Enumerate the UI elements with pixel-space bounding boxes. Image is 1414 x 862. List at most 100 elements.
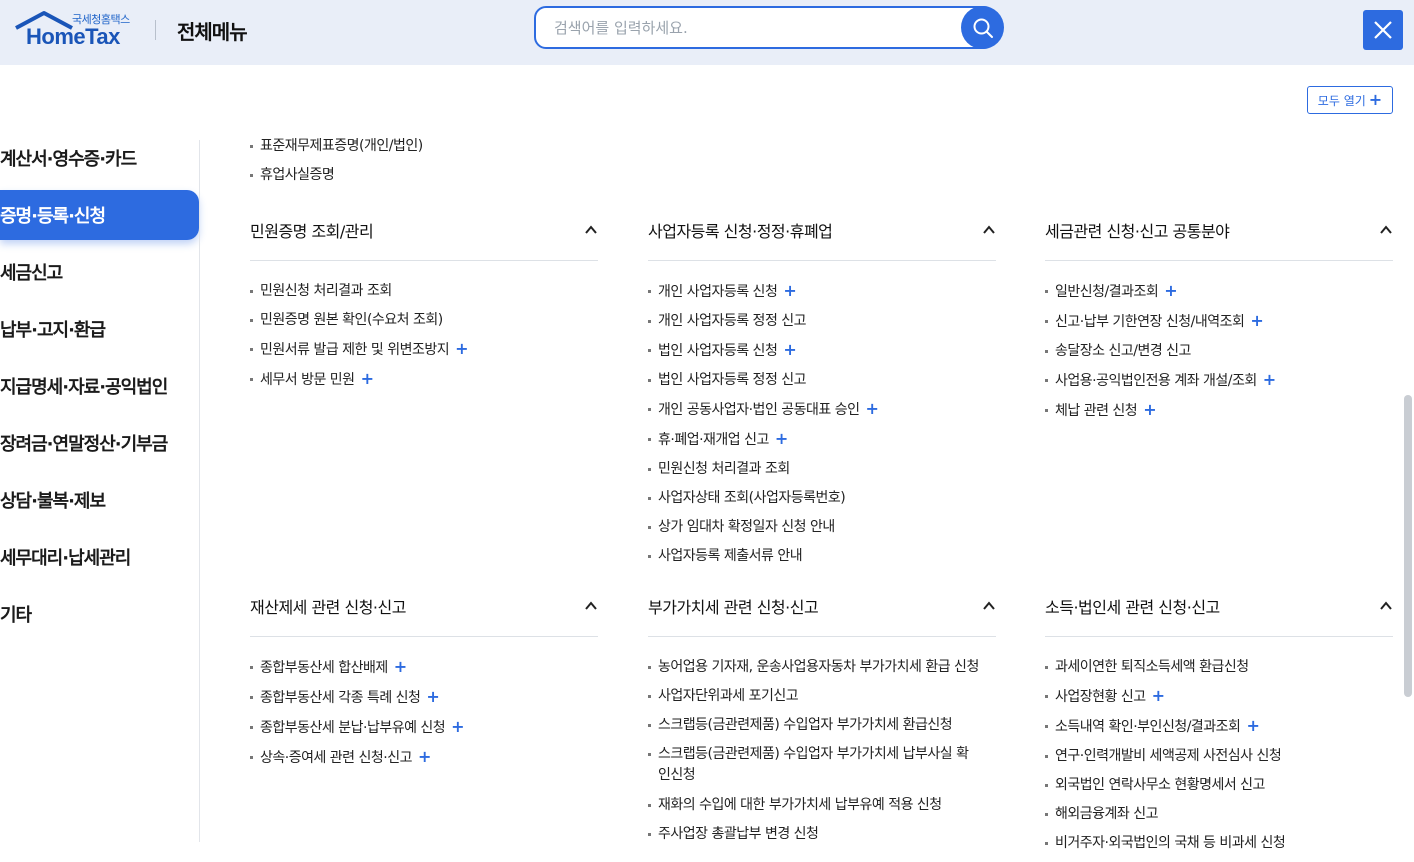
close-menu-button[interactable]: [1363, 10, 1403, 50]
menu-link-label: 농어업용 기자재, 운송사업용자동차 부가가치세 환급 신청: [658, 659, 979, 675]
menu-link[interactable]: 스크랩등(금관련제품) 수입업자 부가가치세 환급신청: [648, 715, 996, 735]
sidebar: 계산서·영수증·카드증명·등록·신청세금신고납부·고지·환급지급명세·자료·공익…: [0, 133, 200, 646]
plus-icon[interactable]: +: [866, 399, 879, 418]
menu-link[interactable]: 신고·납부 기한연장 신청/내역조회 +: [1045, 311, 1393, 332]
menu-link[interactable]: 개인 사업자등록 신청 +: [648, 281, 996, 302]
menu-link-label: 휴업사실증명: [260, 167, 335, 183]
menu-link[interactable]: 연구·인력개발비 세액공제 사전심사 신청: [1045, 746, 1393, 766]
plus-icon[interactable]: +: [783, 340, 796, 359]
hometax-logo[interactable]: 국세청홈택스 HomeTax: [14, 8, 134, 52]
menu-link[interactable]: 농어업용 기자재, 운송사업용자동차 부가가치세 환급 신청: [648, 657, 996, 677]
menu-link[interactable]: 표준재무제표증명(개인/법인): [250, 136, 423, 156]
menu-link-label: 해외금융계좌 신고: [1055, 806, 1159, 822]
menu-link[interactable]: 일반신청/결과조회 +: [1045, 281, 1393, 302]
menu-link-label: 민원신청 처리결과 조회: [658, 461, 790, 477]
section-header[interactable]: 소득·법인세 관련 신청·신고: [1045, 575, 1393, 637]
sidebar-item[interactable]: 납부·고지·환급: [0, 304, 200, 354]
sidebar-item[interactable]: 세무대리·납세관리: [0, 532, 200, 582]
sidebar-item[interactable]: 기타: [0, 589, 200, 639]
menu-link[interactable]: 상속·증여세 관련 신청·신고 +: [250, 747, 598, 768]
sidebar-item[interactable]: 지급명세·자료·공익법인: [0, 361, 200, 411]
menu-link[interactable]: 휴업사실증명: [250, 165, 423, 185]
menu-link-label: 스크랩등(금관련제품) 수입업자 부가가치세 환급신청: [658, 717, 953, 733]
menu-link[interactable]: 법인 사업자등록 정정 신고: [648, 370, 996, 390]
menu-link-label: 사업자단위과세 포기신고: [658, 688, 799, 704]
plus-icon[interactable]: +: [1164, 281, 1177, 300]
menu-link[interactable]: 개인 공동사업자·법인 공동대표 승인 +: [648, 399, 996, 420]
sidebar-item[interactable]: 증명·등록·신청: [0, 190, 199, 240]
plus-icon[interactable]: +: [1246, 716, 1259, 735]
menu-link[interactable]: 재화의 수입에 대한 부가가치세 납부유예 적용 신청: [648, 795, 996, 815]
plus-icon[interactable]: +: [418, 747, 431, 766]
sidebar-item[interactable]: 상담·불복·제보: [0, 475, 200, 525]
menu-link[interactable]: 외국법인 연락사무소 현황명세서 신고: [1045, 775, 1393, 795]
plus-icon[interactable]: +: [455, 339, 468, 358]
menu-link-label: 민원서류 발급 제한 및 위변조방지: [260, 342, 450, 358]
menu-link[interactable]: 해외금융계좌 신고: [1045, 804, 1393, 824]
menu-link[interactable]: 주사업장 총괄납부 변경 신청: [648, 824, 996, 844]
menu-link[interactable]: 종합부동산세 분납·납부유예 신청 +: [250, 717, 598, 738]
plus-icon[interactable]: +: [783, 281, 796, 300]
plus-icon[interactable]: +: [1152, 686, 1165, 705]
menu-link[interactable]: 법인 사업자등록 신청 +: [648, 340, 996, 361]
chevron-up-icon[interactable]: [982, 599, 996, 613]
section-title: 소득·법인세 관련 신청·신고: [1045, 597, 1220, 617]
menu-link[interactable]: 종합부동산세 각종 특례 신청 +: [250, 687, 598, 708]
search-button[interactable]: [961, 6, 1004, 49]
plus-icon[interactable]: +: [394, 657, 407, 676]
menu-link[interactable]: 스크랩등(금관련제품) 수입업자 부가가치세 납부사실 확인신청: [648, 744, 978, 786]
menu-link[interactable]: 상가 임대차 확정일자 신청 안내: [648, 517, 996, 537]
menu-link[interactable]: 휴·폐업·재개업 신고 +: [648, 429, 996, 450]
menu-link[interactable]: 사업자상태 조회(사업자등록번호): [648, 488, 996, 508]
section-header[interactable]: 부가가치세 관련 신청·신고: [648, 575, 996, 637]
menu-link[interactable]: 사업자등록 제출서류 안내: [648, 546, 996, 566]
sidebar-item[interactable]: 계산서·영수증·카드: [0, 133, 200, 183]
menu-link[interactable]: 세무서 방문 민원 +: [250, 369, 598, 390]
sidebar-item[interactable]: 세금신고: [0, 247, 200, 297]
menu-link[interactable]: 사업장현황 신고 +: [1045, 686, 1393, 707]
menu-link[interactable]: 과세이연한 퇴직소득세액 환급신청: [1045, 657, 1393, 677]
chevron-up-icon[interactable]: [982, 223, 996, 237]
scrollbar[interactable]: [1404, 395, 1412, 697]
menu-section: 민원증명 조회/관리민원신청 처리결과 조회민원증명 원본 확인(수요처 조회)…: [250, 199, 598, 399]
menu-link-label: 법인 사업자등록 신청: [658, 343, 778, 359]
menu-link[interactable]: 종합부동산세 합산배제 +: [250, 657, 598, 678]
menu-link[interactable]: 사업자단위과세 포기신고: [648, 686, 996, 706]
menu-link[interactable]: 비거주자·외국법인의 국채 등 비과세 신청: [1045, 833, 1393, 853]
menu-link[interactable]: 소득내역 확인·부인신청/결과조회 +: [1045, 716, 1393, 737]
plus-icon[interactable]: +: [1143, 400, 1156, 419]
plus-icon[interactable]: +: [361, 369, 374, 388]
menu-link[interactable]: 송달장소 신고/변경 신고: [1045, 341, 1393, 361]
menu-link-label: 개인 사업자등록 정정 신고: [658, 313, 807, 329]
plus-icon[interactable]: +: [426, 687, 439, 706]
menu-link[interactable]: 사업용·공익법인전용 계좌 개설/조회 +: [1045, 370, 1393, 391]
menu-link[interactable]: 민원서류 발급 제한 및 위변조방지 +: [250, 339, 598, 360]
chevron-up-icon[interactable]: [584, 223, 598, 237]
plus-icon[interactable]: +: [775, 429, 788, 448]
search-input[interactable]: [554, 18, 954, 38]
plus-icon[interactable]: +: [451, 717, 464, 736]
plus-icon[interactable]: +: [1263, 370, 1276, 389]
section-header[interactable]: 세금관련 신청·신고 공통분야: [1045, 199, 1393, 261]
chevron-up-icon[interactable]: [584, 599, 598, 613]
section-header[interactable]: 민원증명 조회/관리: [250, 199, 598, 261]
header-divider: [155, 20, 156, 40]
section-header[interactable]: 재산제세 관련 신청·신고: [250, 575, 598, 637]
section-header[interactable]: 사업자등록 신청·정정·휴폐업: [648, 199, 996, 261]
menu-section: 부가가치세 관련 신청·신고농어업용 기자재, 운송사업용자동차 부가가치세 환…: [648, 575, 996, 853]
sidebar-item-label: 증명·등록·신청: [0, 206, 106, 227]
menu-link[interactable]: 체납 관련 신청 +: [1045, 400, 1393, 421]
chevron-up-icon[interactable]: [1379, 599, 1393, 613]
menu-link-label: 사업자등록 제출서류 안내: [658, 548, 803, 564]
menu-link[interactable]: 개인 사업자등록 정정 신고: [648, 311, 996, 331]
plus-icon[interactable]: +: [1250, 311, 1263, 330]
open-all-button[interactable]: 모두 열기 +: [1307, 86, 1393, 114]
open-all-label: 모두 열기: [1317, 93, 1366, 108]
chevron-up-icon[interactable]: [1379, 223, 1393, 237]
menu-link-label: 일반신청/결과조회: [1055, 284, 1159, 300]
menu-link[interactable]: 민원신청 처리결과 조회: [648, 459, 996, 479]
menu-link-label: 스크랩등(금관련제품) 수입업자 부가가치세 납부사실 확인신청: [658, 746, 969, 783]
menu-link[interactable]: 민원증명 원본 확인(수요처 조회): [250, 310, 598, 330]
sidebar-item[interactable]: 장려금·연말정산·기부금: [0, 418, 200, 468]
menu-link[interactable]: 민원신청 처리결과 조회: [250, 281, 598, 301]
